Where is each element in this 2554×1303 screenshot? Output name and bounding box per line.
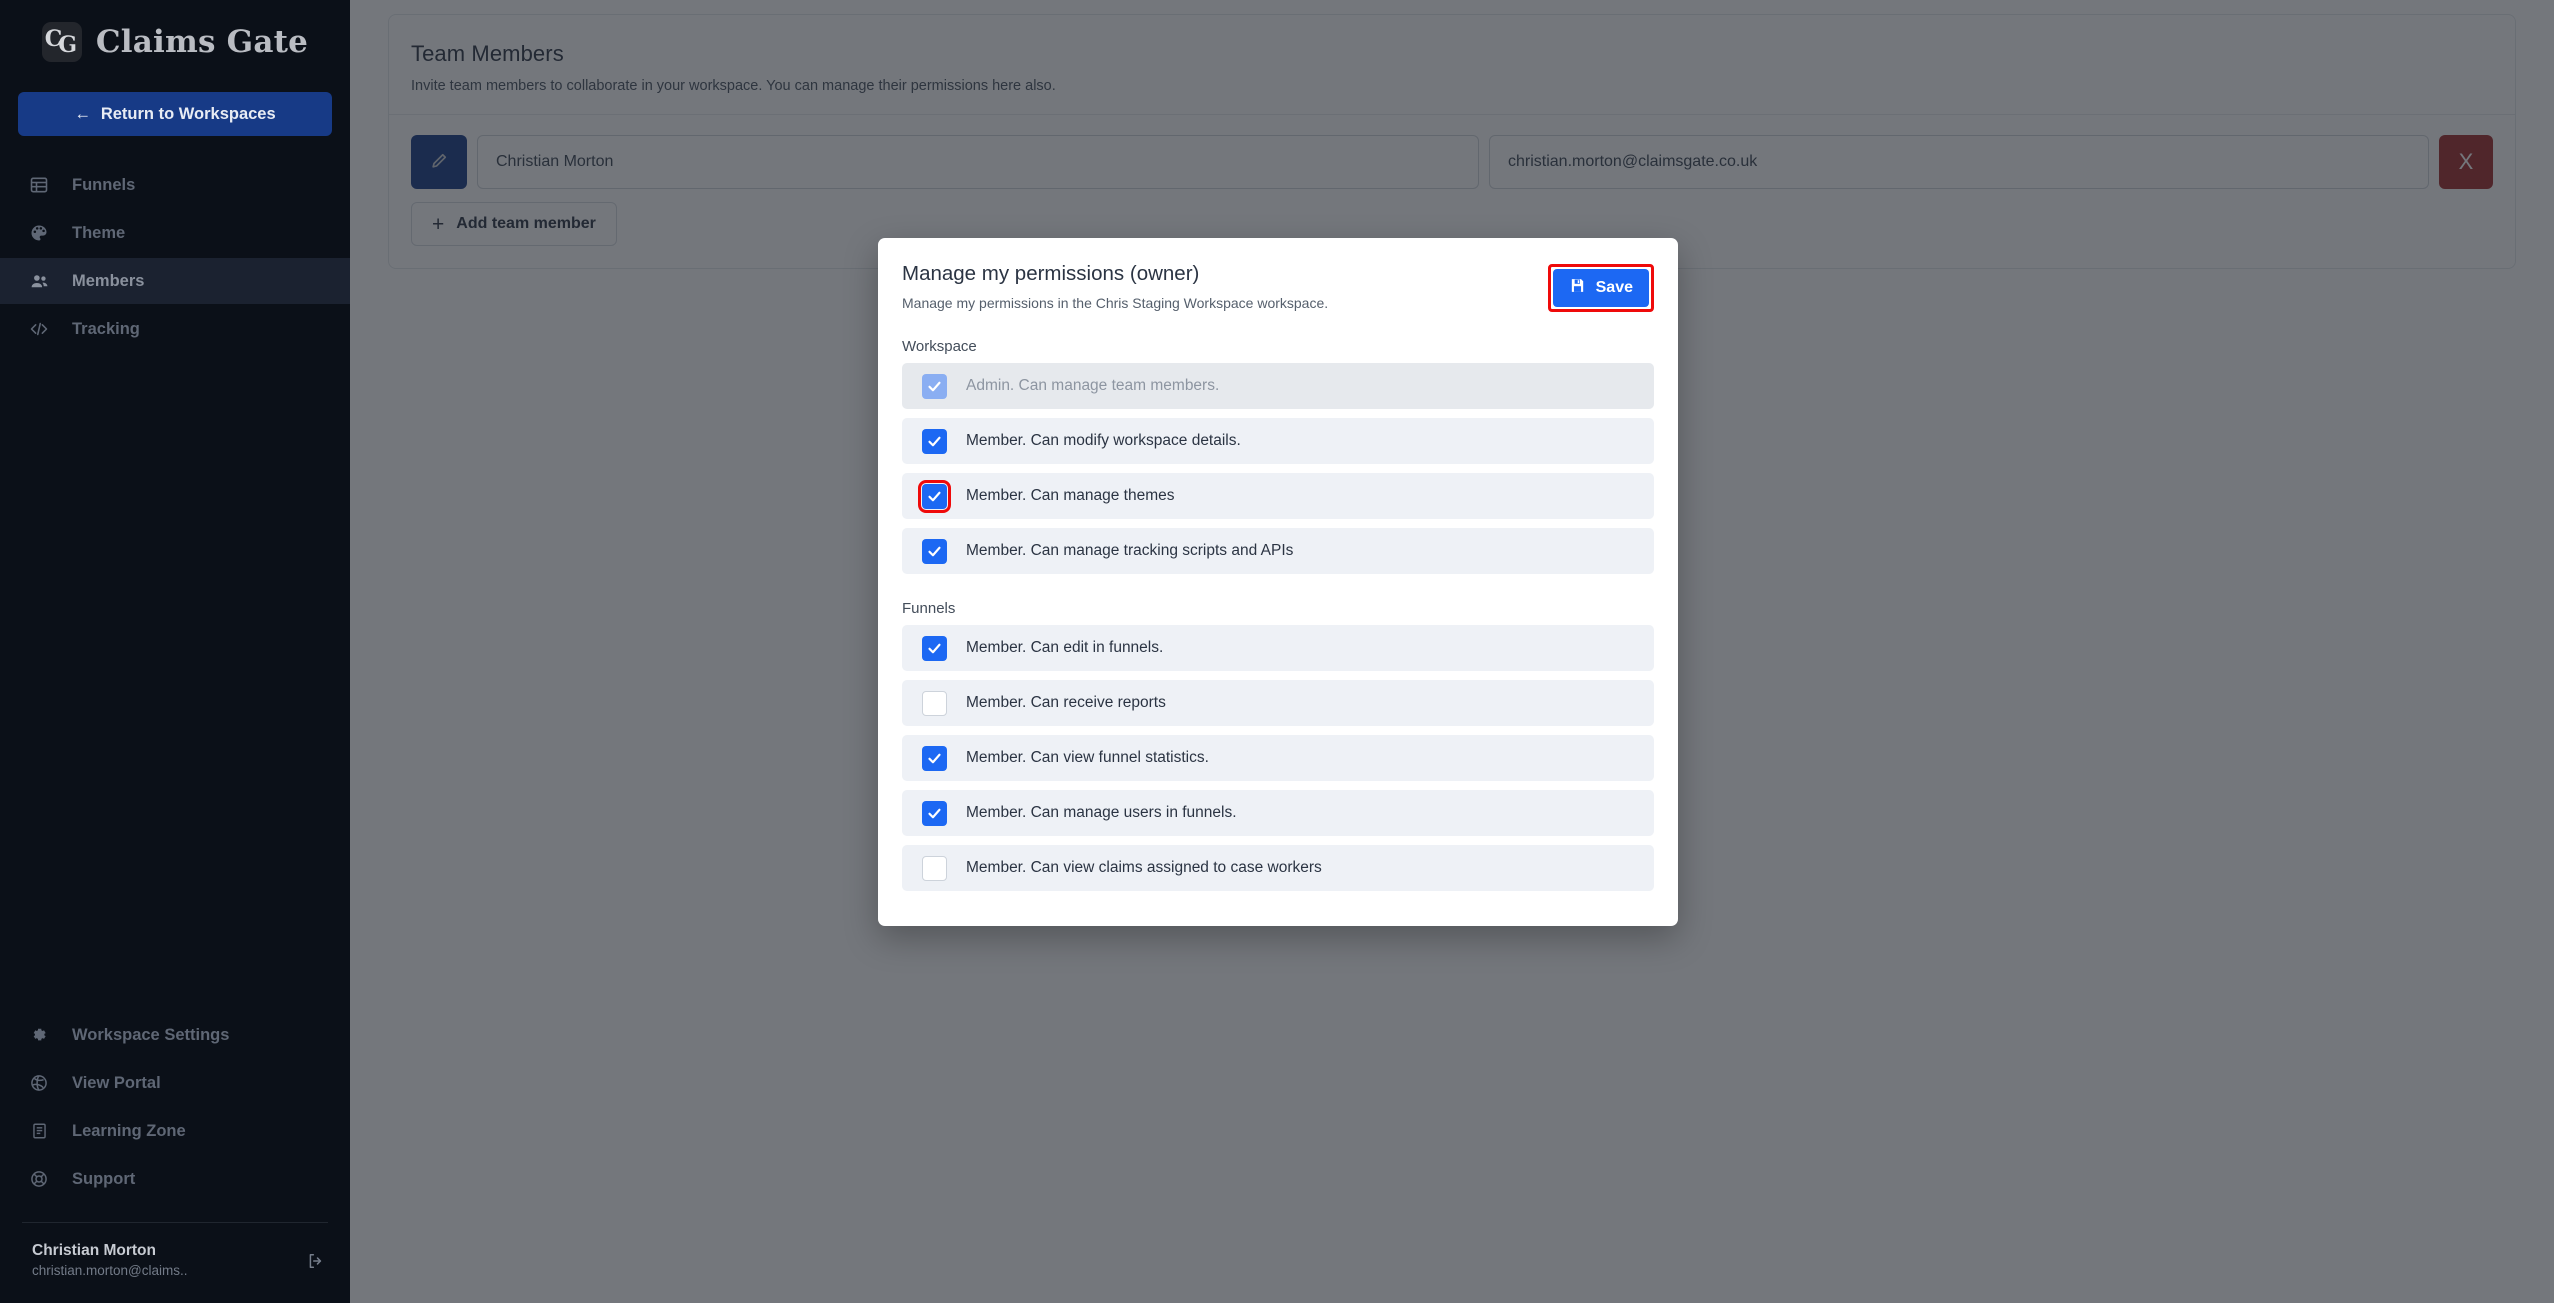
sidebar-item-label: Workspace Settings xyxy=(72,1025,230,1044)
permission-checkbox[interactable] xyxy=(922,635,947,661)
sidebar-item-tracking[interactable]: Tracking xyxy=(0,306,350,352)
sidebar-nav-secondary: Workspace Settings View Portal Learning … xyxy=(0,1012,350,1212)
sidebar-user-profile[interactable]: Christian Morton christian.morton@claims… xyxy=(0,1223,350,1303)
permission-checkbox[interactable] xyxy=(922,800,947,826)
sidebar: CG Claims Gate ← Return to Workspaces Fu… xyxy=(0,0,350,1303)
permission-checkbox xyxy=(922,373,947,399)
save-button-label: Save xyxy=(1595,279,1633,296)
sidebar-item-view-portal[interactable]: View Portal xyxy=(0,1060,350,1106)
globe-icon xyxy=(28,1072,50,1094)
return-to-workspaces-button[interactable]: ← Return to Workspaces xyxy=(18,92,332,136)
permission-label: Member. Can manage users in funnels. xyxy=(966,804,1237,821)
sidebar-item-label: Learning Zone xyxy=(72,1121,186,1140)
table-icon xyxy=(28,174,50,196)
sidebar-item-label: View Portal xyxy=(72,1073,161,1092)
return-to-workspaces-label: Return to Workspaces xyxy=(100,104,276,123)
book-icon xyxy=(28,1120,50,1142)
permission-label: Member. Can manage themes xyxy=(966,487,1175,504)
permission-label: Member. Can view funnel statistics. xyxy=(966,749,1209,766)
gear-icon xyxy=(28,1024,50,1046)
permission-checkbox[interactable] xyxy=(922,690,947,716)
section-label-funnels: Funnels xyxy=(902,600,956,617)
arrow-left-icon: ← xyxy=(74,104,91,123)
modal-body: Workspace Admin. Can manage team members… xyxy=(878,338,1678,891)
sidebar-item-theme[interactable]: Theme xyxy=(0,210,350,256)
sidebar-item-label: Support xyxy=(72,1169,136,1188)
modal-header: Manage my permissions (owner) Manage my … xyxy=(878,238,1678,330)
modal-subtitle: Manage my permissions in the Chris Stagi… xyxy=(902,295,1329,311)
permission-row: Admin. Can manage team members. xyxy=(902,363,1654,409)
permission-label: Member. Can modify workspace details. xyxy=(966,432,1241,449)
save-button[interactable]: Save xyxy=(1552,269,1649,307)
permission-checkbox[interactable] xyxy=(918,479,951,513)
user-info: Christian Morton christian.morton@claims… xyxy=(32,1241,292,1281)
sidebar-item-workspace-settings[interactable]: Workspace Settings xyxy=(0,1012,350,1058)
palette-icon xyxy=(28,222,50,244)
app-root: CG Claims Gate ← Return to Workspaces Fu… xyxy=(0,0,2554,1303)
permission-row[interactable]: Member. Can modify workspace details. xyxy=(902,418,1654,464)
permission-row[interactable]: Member. Can manage tracking scripts and … xyxy=(902,528,1654,574)
brand-name: Claims Gate xyxy=(95,24,309,60)
permission-label: Member. Can manage tracking scripts and … xyxy=(966,542,1294,559)
sidebar-item-label: Members xyxy=(72,271,145,290)
lifebuoy-icon xyxy=(28,1168,50,1190)
permission-checkbox[interactable] xyxy=(922,855,947,881)
sidebar-nav-primary: Funnels Theme Members Tracking xyxy=(0,162,350,354)
brand-logo: CG Claims Gate xyxy=(0,0,350,82)
sidebar-item-label: Funnels xyxy=(72,175,136,194)
permission-checkbox[interactable] xyxy=(922,428,947,454)
permission-checkbox[interactable] xyxy=(922,538,947,564)
manage-permissions-modal: Manage my permissions (owner) Manage my … xyxy=(878,238,1678,926)
permission-checkbox[interactable] xyxy=(922,745,947,771)
permission-label: Admin. Can manage team members. xyxy=(966,377,1220,394)
user-email: christian.morton@claims.. xyxy=(32,1263,188,1279)
sidebar-item-members[interactable]: Members xyxy=(0,258,350,304)
modal-title: Manage my permissions (owner) xyxy=(902,262,1200,285)
sidebar-item-support[interactable]: Support xyxy=(0,1156,350,1202)
permission-row[interactable]: Member. Can view claims assigned to case… xyxy=(902,845,1654,891)
permission-row[interactable]: Member. Can manage themes xyxy=(902,473,1654,519)
permission-row[interactable]: Member. Can receive reports xyxy=(902,680,1654,726)
user-name: Christian Morton xyxy=(32,1242,156,1260)
permission-label: Member. Can edit in funnels. xyxy=(966,639,1164,656)
brand-mark-g: G xyxy=(58,32,77,58)
sidebar-item-label: Theme xyxy=(72,223,126,242)
people-icon xyxy=(28,270,50,292)
permission-label: Member. Can receive reports xyxy=(966,694,1166,711)
logout-icon[interactable] xyxy=(304,1250,326,1272)
permission-row[interactable]: Member. Can edit in funnels. xyxy=(902,625,1654,671)
permission-label: Member. Can view claims assigned to case… xyxy=(966,859,1322,876)
permission-row[interactable]: Member. Can view funnel statistics. xyxy=(902,735,1654,781)
sidebar-item-learning-zone[interactable]: Learning Zone xyxy=(0,1108,350,1154)
code-icon xyxy=(28,318,50,340)
save-button-highlight: Save xyxy=(1547,264,1654,312)
brand-mark-icon: CG xyxy=(41,22,82,62)
section-label-workspace: Workspace xyxy=(902,338,977,355)
sidebar-item-label: Tracking xyxy=(72,319,140,338)
modal-heading-text: Manage my permissions (owner) Manage my … xyxy=(902,262,1328,311)
floppy-save-icon xyxy=(1569,277,1586,299)
sidebar-item-funnels[interactable]: Funnels xyxy=(0,162,350,208)
permission-row[interactable]: Member. Can manage users in funnels. xyxy=(902,790,1654,836)
